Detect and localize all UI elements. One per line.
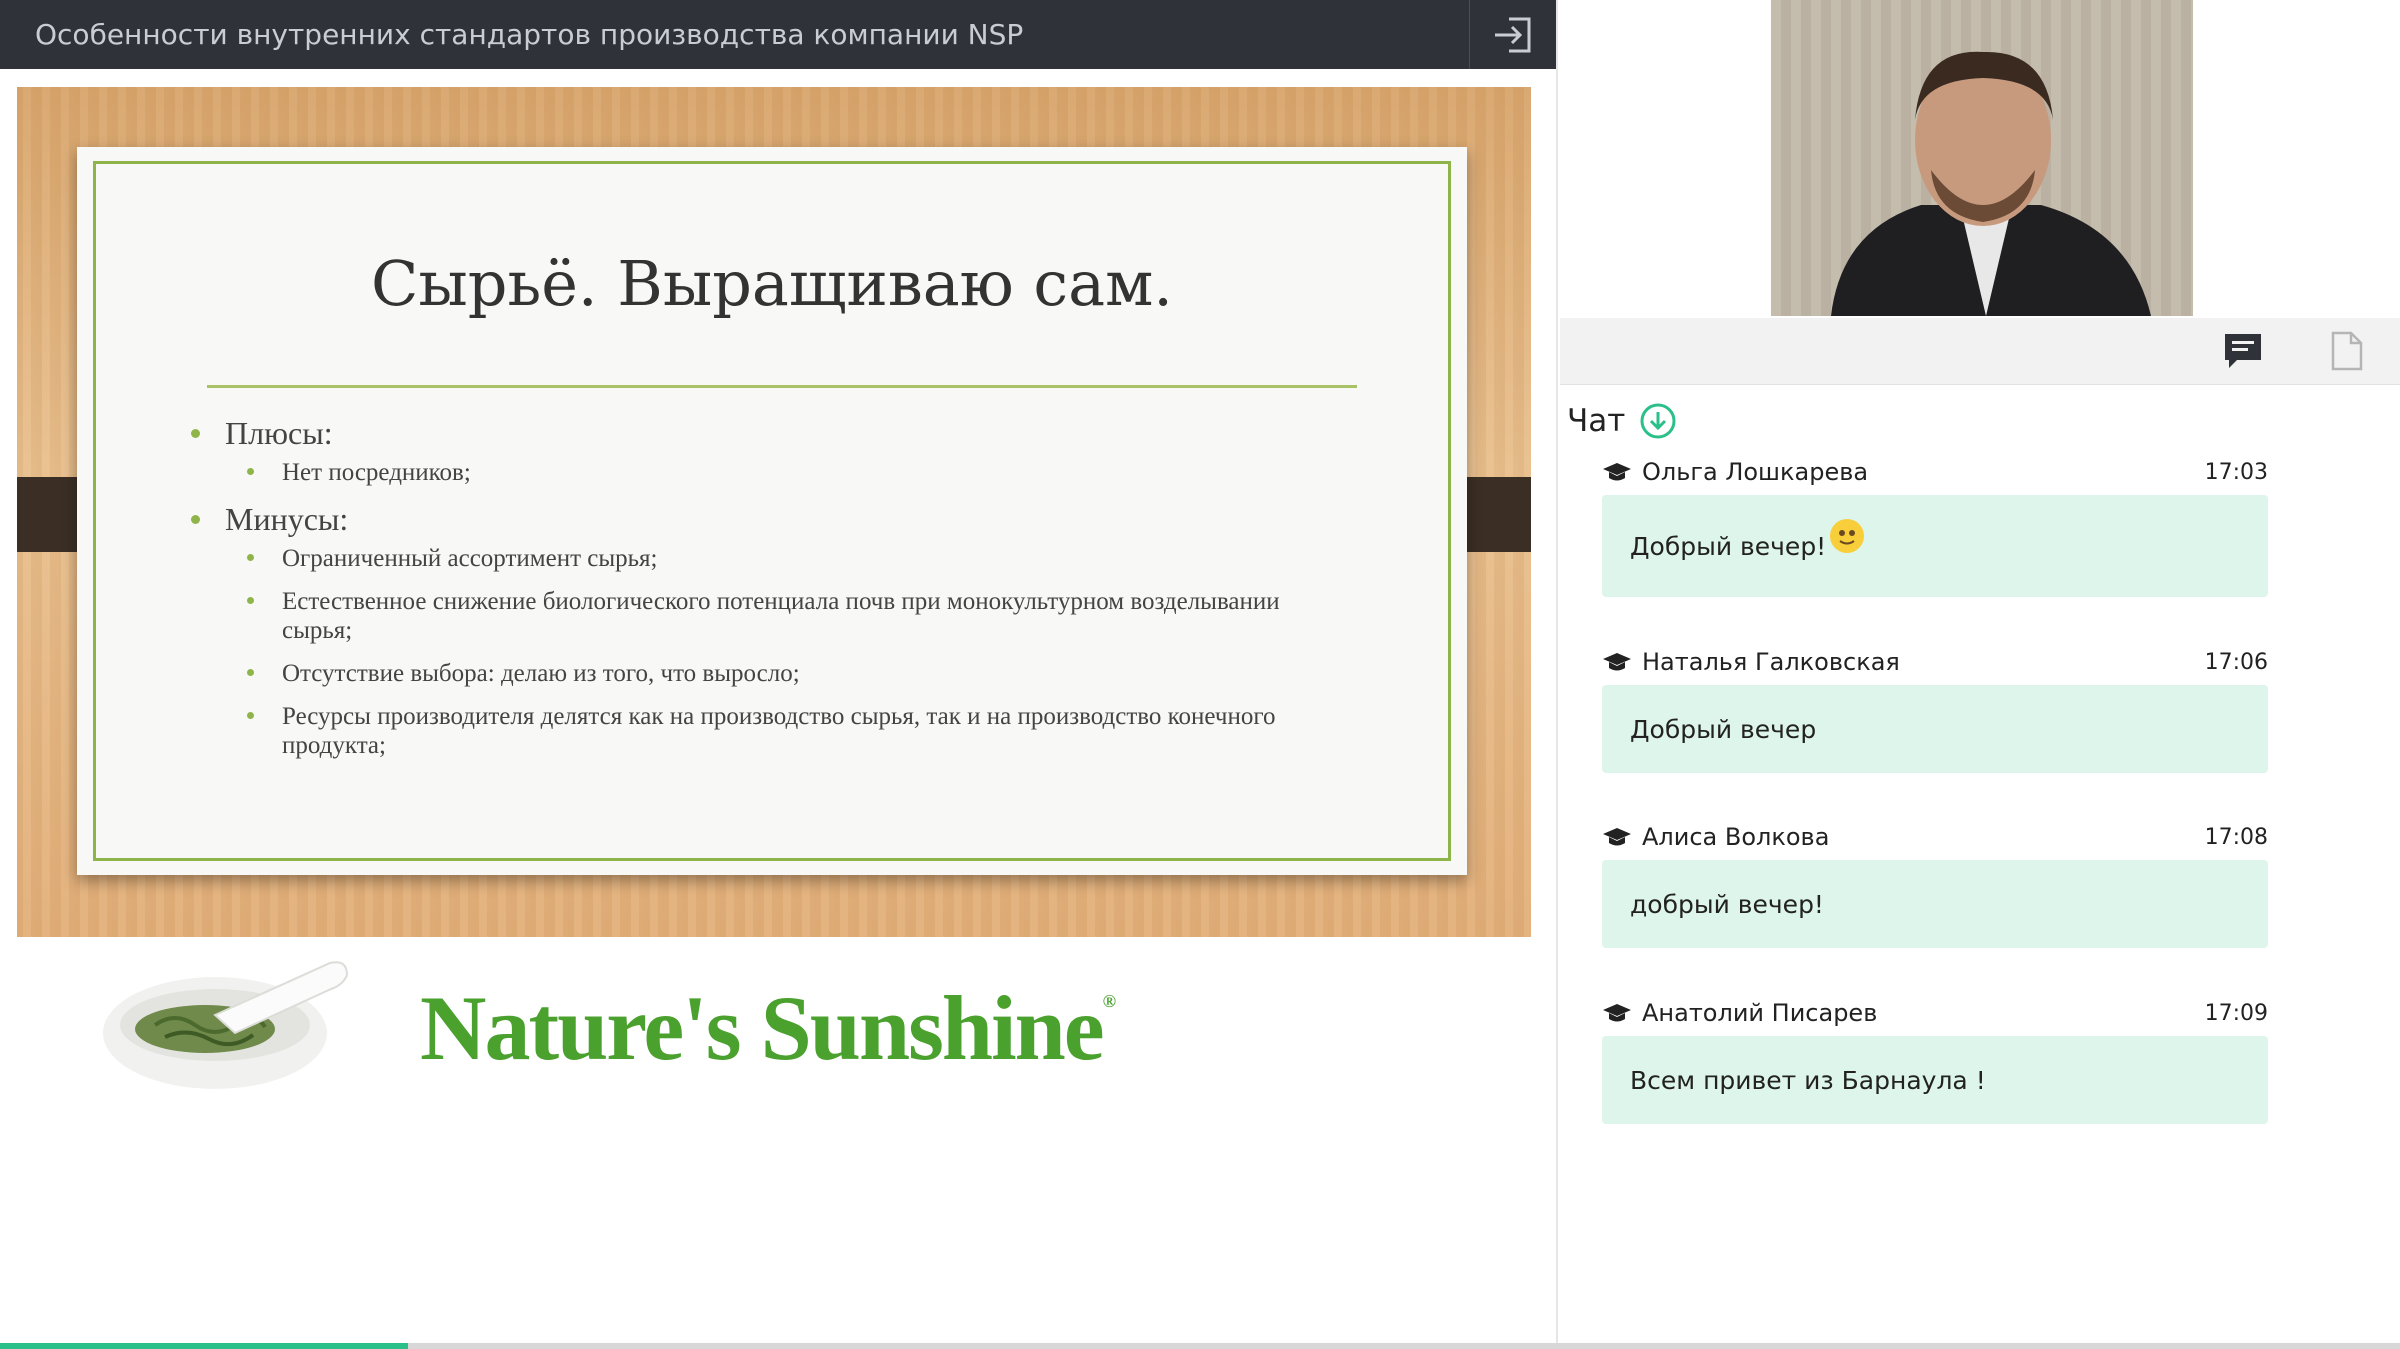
message-text: Добрый вечер!	[1630, 531, 1827, 561]
progress-fill	[0, 1343, 408, 1349]
message-author: Анатолий Писарев	[1642, 999, 1878, 1027]
message-text: Всем привет из Барнаула !	[1630, 1065, 1986, 1095]
chat-icon	[2225, 334, 2261, 368]
column-divider	[1556, 0, 1558, 1349]
graduation-cap-icon	[1603, 1004, 1631, 1022]
message-meta: Алиса Волкова 17:08	[1602, 820, 2268, 854]
message-bubble: Всем привет из Барнаула !	[1602, 1036, 2268, 1124]
message-bubble: добрый вечер!	[1602, 860, 2268, 948]
message-bubble: Добрый вечер!	[1602, 495, 2268, 597]
chat-header: Чат	[1567, 402, 1677, 440]
mortar-pestle-image	[103, 961, 349, 1089]
message-author: Ольга Лошкарева	[1642, 458, 1869, 486]
chat-message: Ольга Лошкарева 17:03 Добрый вечер!	[1602, 455, 2268, 597]
slide-bullet: Ограниченный ассортимент сырья;	[189, 544, 1349, 573]
message-time: 17:06	[2204, 649, 2268, 675]
presentation-slide: Сырьё. Выращиваю сам. Плюсы: Нет посредн…	[17, 87, 1531, 937]
presenter-figure	[1771, 0, 2193, 316]
graduation-cap-icon	[1603, 653, 1631, 671]
webinar-title: Особенности внутренних стандартов произв…	[35, 18, 1024, 51]
progress-bar[interactable]	[0, 1343, 2400, 1349]
document-tab-button[interactable]	[2322, 328, 2372, 374]
side-toolbar	[1560, 318, 2400, 385]
slide-bullet: Отсутствие выбора: делаю из того, что вы…	[189, 659, 1349, 688]
smiley-emoji-icon	[1830, 519, 1865, 553]
slide-body: Плюсы: Нет посредников; Минусы: Ограниче…	[189, 407, 1349, 774]
chat-tab-button[interactable]	[2218, 328, 2268, 374]
message-author: Алиса Волкова	[1642, 823, 1830, 851]
graduation-cap-icon	[1603, 463, 1631, 481]
presenter-video[interactable]	[1771, 0, 2193, 316]
message-text: Добрый вечер	[1630, 714, 1817, 744]
exit-button[interactable]	[1469, 0, 1556, 69]
message-meta: Ольга Лошкарева 17:03	[1602, 455, 2268, 489]
message-bubble: Добрый вечер	[1602, 685, 2268, 773]
slide-bullet: Ресурсы производителя делятся как на про…	[189, 702, 1349, 760]
slide-heading-cons: Минусы:	[189, 501, 1349, 538]
message-time: 17:08	[2204, 824, 2268, 850]
message-time: 17:09	[2204, 1000, 2268, 1026]
slide-heading-pros: Плюсы:	[189, 415, 1349, 452]
header-bar: Особенности внутренних стандартов произв…	[0, 0, 1556, 69]
message-time: 17:03	[2204, 459, 2268, 485]
message-text: добрый вечер!	[1630, 889, 1824, 919]
slide-paper: Сырьё. Выращиваю сам. Плюсы: Нет посредн…	[77, 147, 1467, 875]
chat-message: Алиса Волкова 17:08 добрый вечер!	[1602, 820, 2268, 948]
message-meta: Анатолий Писарев 17:09	[1602, 996, 2268, 1030]
message-author: Наталья Галковская	[1642, 648, 1900, 676]
chat-label: Чат	[1567, 403, 1626, 439]
brand-logo: Nature's Sunshine®	[420, 975, 1117, 1081]
graduation-cap-icon	[1603, 828, 1631, 846]
exit-icon	[1495, 17, 1531, 52]
document-icon	[2331, 331, 2363, 371]
slide-title-rule	[207, 385, 1357, 388]
scroll-down-icon[interactable]	[1639, 402, 1677, 440]
slide-bullet: Нет посредников;	[189, 458, 1349, 487]
slide-bullet: Естественное снижение биологического пот…	[189, 587, 1349, 645]
brand-logo-text: Nature's Sunshine	[420, 977, 1105, 1079]
message-meta: Наталья Галковская 17:06	[1602, 645, 2268, 679]
slide-title: Сырьё. Выращиваю сам.	[370, 247, 1174, 320]
chat-message: Наталья Галковская 17:06 Добрый вечер	[1602, 645, 2268, 773]
trademark-symbol: ®	[1102, 991, 1117, 1011]
chat-message: Анатолий Писарев 17:09 Всем привет из Ба…	[1602, 996, 2268, 1124]
